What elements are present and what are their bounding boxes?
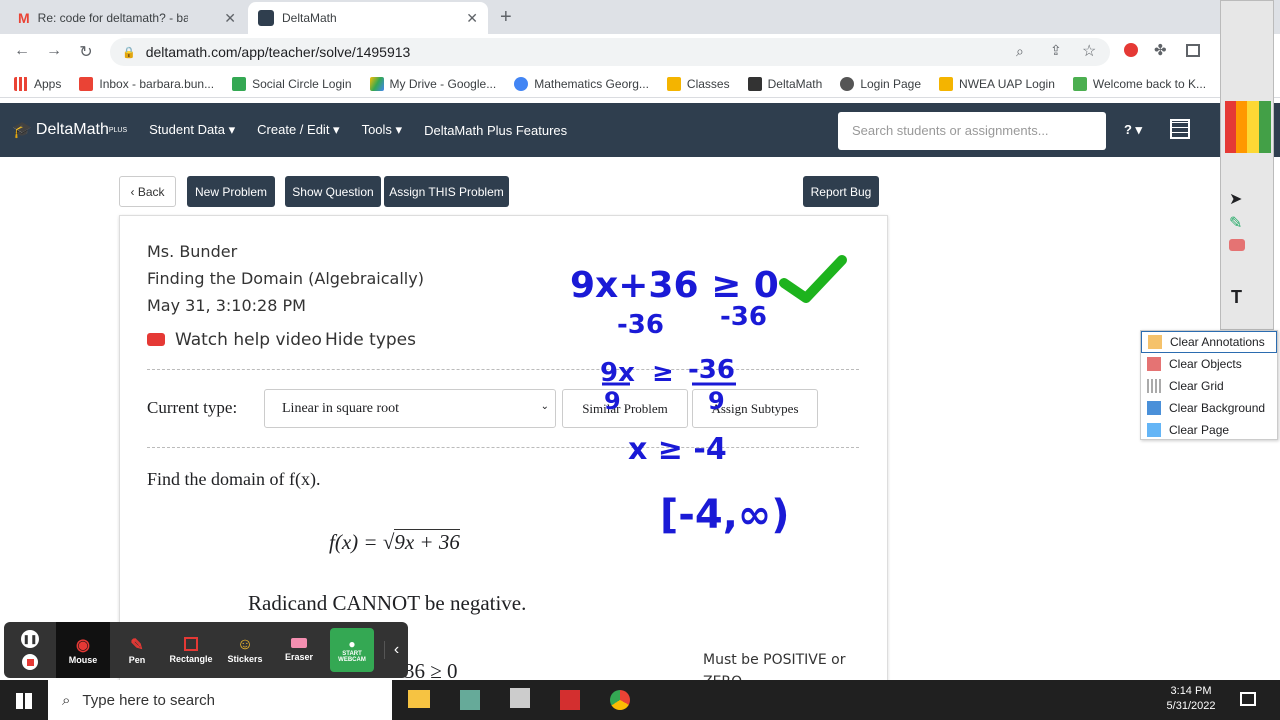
search-placeholder: Type here to search	[82, 691, 215, 709]
file-explorer-icon[interactable]	[408, 690, 430, 708]
annotation-line4a: 9	[604, 387, 621, 415]
eraser-icon	[291, 638, 307, 648]
context-menu: Clear Annotations Clear Objects Clear Gr…	[1140, 330, 1278, 440]
windows-taskbar: ⌕ Type here to search 3:14 PM 5/31/2022	[0, 680, 1280, 720]
objects-icon	[1147, 357, 1161, 371]
pen-icon[interactable]: ✎	[1229, 213, 1242, 233]
annotation-line2a: -36	[617, 310, 664, 340]
annotation-line3c: -36	[688, 355, 735, 385]
menu-clear-grid[interactable]: Clear Grid	[1141, 375, 1277, 397]
smart-notebook-icon[interactable]	[510, 688, 530, 708]
menu-clear-background[interactable]: Clear Background	[1141, 397, 1277, 419]
taskbar-search[interactable]: ⌕ Type here to search	[48, 680, 392, 720]
pen-tool-button[interactable]: ✎ Pen	[110, 622, 164, 678]
checkmark-icon	[779, 255, 847, 303]
smiley-icon: ☺	[236, 636, 254, 653]
background-icon	[1147, 401, 1161, 415]
tool-label: Stickers	[227, 654, 263, 664]
color-palette[interactable]	[1225, 101, 1271, 153]
annotation-line1: 9x+36 ≥ 0	[570, 265, 779, 306]
stop-icon[interactable]	[22, 654, 38, 670]
pen-icon: ✎	[130, 637, 144, 654]
annotation-layer: 9x+36 ≥ 0 -36 -36 9x ≥ -36 9 9 x ≥ -4 [-…	[570, 255, 847, 538]
annotation-toolbar: ➤ ✎ T	[1220, 0, 1274, 330]
menu-label: Clear Annotations	[1170, 335, 1265, 349]
menu-label: Clear Page	[1169, 423, 1230, 437]
cursor-icon: ◉	[76, 637, 90, 654]
menu-clear-annotations[interactable]: Clear Annotations	[1141, 331, 1277, 353]
collapse-chevron-icon[interactable]: ‹	[384, 641, 408, 659]
annotation-answer: [-4,∞)	[660, 492, 790, 538]
windows-start-icon[interactable]	[16, 693, 32, 709]
pointer-icon[interactable]: ➤	[1229, 189, 1242, 209]
tool-label: START WEBCAM	[338, 651, 366, 663]
tool-label: Rectangle	[169, 653, 213, 664]
taskbar-clock[interactable]: 3:14 PM 5/31/2022	[1166, 685, 1216, 712]
menu-clear-page[interactable]: Clear Page	[1141, 419, 1277, 441]
clock-date: 5/31/2022	[1166, 700, 1216, 712]
tool-label: Mouse	[68, 655, 98, 665]
annotation-line5: x ≥ -4	[628, 432, 727, 467]
clock-time: 3:14 PM	[1170, 685, 1212, 697]
pause-icon[interactable]: ❚❚	[21, 630, 39, 648]
menu-label: Clear Background	[1169, 401, 1266, 415]
acrobat-icon[interactable]	[560, 690, 580, 710]
eraser-icon[interactable]	[1229, 239, 1245, 251]
recording-controls: ❚❚	[4, 630, 56, 670]
annotation-line2b: -36	[720, 302, 767, 332]
notification-icon[interactable]	[1240, 692, 1256, 706]
tool-label: Pen	[128, 655, 146, 665]
text-tool-icon[interactable]: T	[1231, 287, 1242, 308]
screencast-toolbar: ❚❚ ◉ Mouse ✎ Pen Rectangle ☺ Stickers Erase…	[4, 622, 408, 678]
menu-clear-objects[interactable]: Clear Objects	[1141, 353, 1277, 375]
annotation-line3b: ≥	[652, 358, 674, 388]
grid-icon	[1147, 379, 1161, 393]
menu-label: Clear Objects	[1169, 357, 1242, 371]
page-icon	[1147, 423, 1161, 437]
app-icon[interactable]	[460, 690, 480, 710]
stickers-tool-button[interactable]: ☺ Stickers	[218, 622, 272, 678]
annotation-line4b: 9	[708, 387, 725, 415]
start-webcam-button[interactable]: ● START WEBCAM	[330, 628, 374, 672]
webcam-icon: ●	[348, 637, 356, 651]
rectangle-tool-button[interactable]: Rectangle	[164, 622, 218, 678]
annotation-icon	[1148, 335, 1162, 349]
menu-label: Clear Grid	[1169, 379, 1224, 393]
tool-label: Eraser	[284, 652, 314, 662]
chrome-icon[interactable]	[610, 690, 630, 710]
search-icon: ⌕	[62, 691, 71, 709]
rectangle-icon	[184, 636, 198, 651]
eraser-tool-button[interactable]: Eraser	[272, 622, 326, 678]
mouse-tool-button[interactable]: ◉ Mouse	[56, 622, 110, 678]
